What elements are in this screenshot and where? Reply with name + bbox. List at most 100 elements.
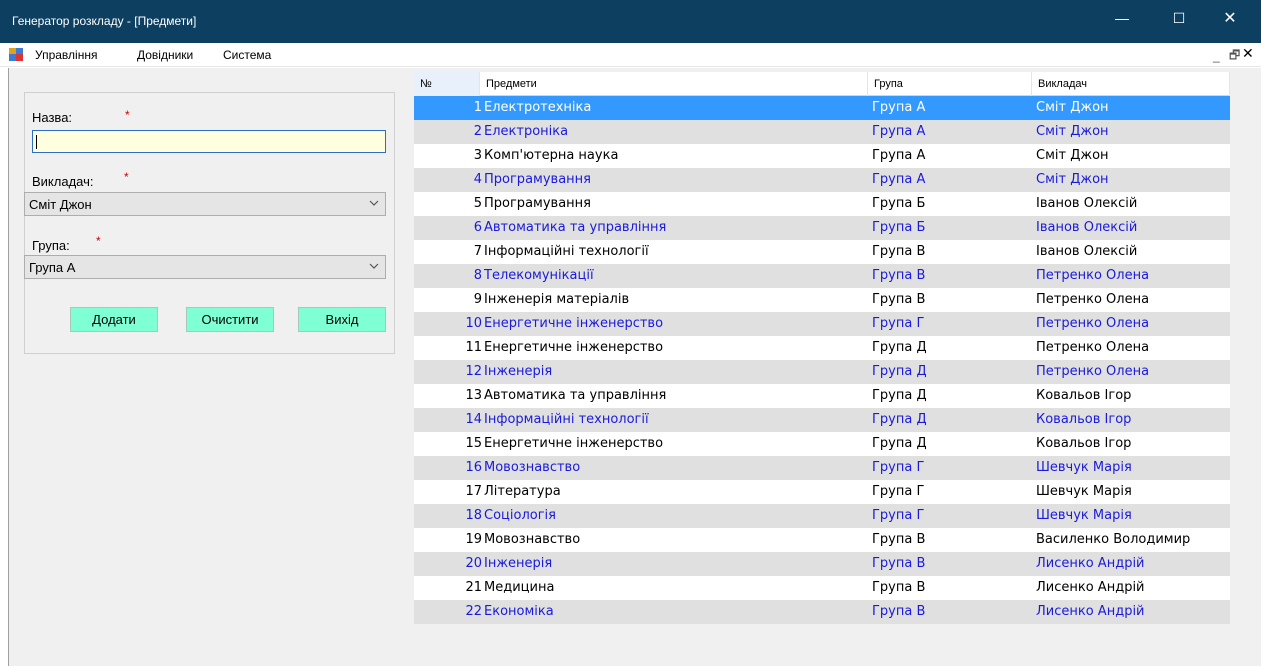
subjects-grid[interactable]: № Предмети Група Викладач 1 Електротехнік… (414, 72, 1230, 632)
maximize-button[interactable]: ☐ (1156, 0, 1202, 36)
table-row[interactable]: 10 Енергетичне інженерство Група Г Петренко… (414, 312, 1230, 336)
row-group: Група В (872, 556, 926, 571)
row-group: Група В (872, 580, 926, 595)
name-required-mark: * (125, 108, 130, 122)
exit-button[interactable]: Вихід (298, 307, 386, 332)
row-number: 2 (473, 124, 482, 139)
table-row[interactable]: 4 Програмування Група А Сміт Джон (414, 168, 1230, 192)
row-teacher: Лисенко Андрій (1036, 556, 1145, 571)
row-number: 6 (473, 220, 482, 235)
row-number: 21 (465, 580, 482, 595)
table-row[interactable]: 14 Інформаційні технології Група Д Ковальов… (414, 408, 1230, 432)
row-number: 5 (473, 196, 482, 211)
row-group: Група Б (872, 220, 926, 235)
row-number: 20 (465, 556, 482, 571)
row-teacher: Петренко Олена (1036, 268, 1150, 283)
table-row[interactable]: 13 Автоматика та управління Група Д Ковальо… (414, 384, 1230, 408)
header-num[interactable]: № (414, 72, 480, 96)
row-group: Група В (872, 268, 926, 283)
row-number: 12 (465, 364, 482, 379)
row-subject: Мовознавство (484, 532, 581, 547)
clear-button[interactable]: Очистити (186, 307, 274, 332)
row-teacher: Сміт Джон (1036, 124, 1109, 139)
row-teacher: Шевчук Марія (1036, 460, 1132, 475)
window-title: Генератор розкладу - [Предмети] (12, 14, 197, 28)
menu-bar: Управління Довідники Система _ 🗗 ✕ (0, 43, 1261, 67)
row-group: Група Д (872, 412, 927, 427)
text-caret (36, 135, 37, 149)
row-subject: Інженерія матеріалів (484, 292, 630, 307)
row-teacher: Сміт Джон (1036, 148, 1109, 163)
row-teacher: Ковальов Ігор (1036, 388, 1132, 403)
table-row[interactable]: 2 Електроніка Група А Сміт Джон (414, 120, 1230, 144)
row-group: Група В (872, 244, 926, 259)
row-teacher: Іванов Олексій (1036, 196, 1138, 211)
menu-system[interactable]: Система (223, 48, 271, 62)
teacher-label: Викладач: (32, 174, 94, 189)
row-teacher: Ковальов Ігор (1036, 412, 1132, 427)
row-number: 17 (465, 484, 482, 499)
row-number: 14 (465, 412, 482, 427)
row-teacher: Петренко Олена (1036, 292, 1150, 307)
name-input[interactable] (32, 130, 386, 153)
table-row[interactable]: 7 Інформаційні технології Група В Іванов Ол… (414, 240, 1230, 264)
row-number: 9 (473, 292, 482, 307)
row-number: 3 (473, 148, 482, 163)
table-row[interactable]: 19 Мовознавство Група В Василенко Володимир (414, 528, 1230, 552)
header-subject[interactable]: Предмети (480, 72, 868, 96)
row-group: Група Г (872, 460, 925, 475)
mdi-minimize-icon[interactable]: _ (1213, 49, 1220, 63)
row-group: Група Д (872, 388, 927, 403)
row-subject: Інженерія (484, 364, 553, 379)
mdi-restore-icon[interactable]: 🗗 (1229, 46, 1240, 67)
row-teacher: Сміт Джон (1036, 172, 1109, 187)
table-row[interactable]: 20 Інженерія Група В Лисенко Андрій (414, 552, 1230, 576)
table-row[interactable]: 9 Інженерія матеріалів Група В Петренко Оле… (414, 288, 1230, 312)
row-group: Група А (872, 172, 926, 187)
table-row[interactable]: 11 Енергетичне інженерство Група Д Петренко… (414, 336, 1230, 360)
row-number: 10 (465, 316, 482, 331)
table-row[interactable]: 16 Мовознавство Група Г Шевчук Марія (414, 456, 1230, 480)
table-row[interactable]: 1 Електротехніка Група А Сміт Джон (414, 96, 1230, 120)
menu-directories[interactable]: Довідники (137, 48, 193, 62)
row-teacher: Шевчук Марія (1036, 508, 1132, 523)
row-subject: Телекомунікації (484, 268, 594, 283)
header-teacher[interactable]: Викладач (1032, 72, 1230, 96)
row-subject: Мовознавство (484, 460, 581, 475)
table-row[interactable]: 8 Телекомунікації Група В Петренко Олена (414, 264, 1230, 288)
row-number: 4 (473, 172, 482, 187)
table-row[interactable]: 3 Комп'ютерна наука Група А Сміт Джон (414, 144, 1230, 168)
row-subject: Енергетичне інженерство (484, 340, 664, 355)
row-group: Група Г (872, 508, 925, 523)
row-number: 11 (465, 340, 482, 355)
group-combobox[interactable]: Група А (24, 255, 386, 279)
row-subject: Енергетичне інженерство (484, 316, 664, 331)
table-row[interactable]: 6 Автоматика та управління Група Б Іванов О… (414, 216, 1230, 240)
row-group: Група А (872, 124, 926, 139)
row-subject: Електротехніка (484, 100, 592, 115)
table-row[interactable]: 12 Інженерія Група Д Петренко Олена (414, 360, 1230, 384)
row-number: 22 (465, 604, 482, 619)
table-row[interactable]: 15 Енергетичне інженерство Група Д Ковальов… (414, 432, 1230, 456)
close-button[interactable]: ✕ (1207, 0, 1253, 36)
teacher-combobox[interactable]: Сміт Джон (24, 192, 386, 216)
header-group[interactable]: Група (868, 72, 1032, 96)
mdi-close-icon[interactable]: ✕ (1242, 45, 1254, 62)
row-group: Група Г (872, 316, 925, 331)
row-subject: Література (484, 484, 561, 499)
table-row[interactable]: 5 Програмування Група Б Іванов Олексій (414, 192, 1230, 216)
add-button[interactable]: Додати (70, 307, 158, 332)
table-row[interactable]: 17 Література Група Г Шевчук Марія (414, 480, 1230, 504)
row-subject: Соціологія (484, 508, 556, 523)
app-icon[interactable] (9, 48, 23, 61)
row-teacher: Іванов Олексій (1036, 220, 1138, 235)
minimize-button[interactable]: — (1099, 0, 1145, 36)
row-subject: Енергетичне інженерство (484, 436, 664, 451)
table-row[interactable]: 21 Медицина Група В Лисенко Андрій (414, 576, 1230, 600)
row-subject: Програмування (484, 196, 591, 211)
table-row[interactable]: 22 Економіка Група В Лисенко Андрій (414, 600, 1230, 624)
group-required-mark: * (96, 234, 101, 248)
menu-management[interactable]: Управління (35, 48, 97, 62)
row-group: Група В (872, 604, 926, 619)
table-row[interactable]: 18 Соціологія Група Г Шевчук Марія (414, 504, 1230, 528)
